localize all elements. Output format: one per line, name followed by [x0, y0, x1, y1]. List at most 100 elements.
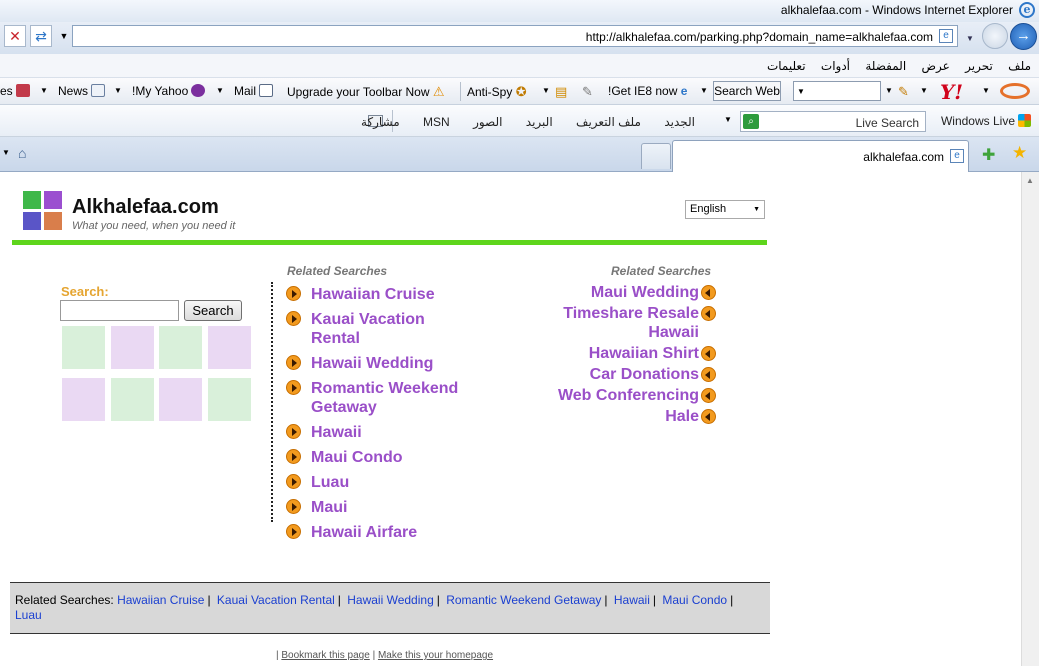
my-yahoo-dropdown-icon[interactable]: ▼: [216, 86, 224, 95]
windows-live-brand[interactable]: Windows Live: [941, 114, 1015, 128]
vertical-scrollbar[interactable]: ▲: [1021, 172, 1039, 666]
image-tile[interactable]: [159, 326, 202, 369]
related-link[interactable]: Hawaii: [311, 423, 471, 442]
back-button[interactable]: [982, 23, 1008, 49]
image-tile[interactable]: [159, 378, 202, 421]
search-web-button[interactable]: Search Web: [713, 81, 781, 101]
menu-edit[interactable]: تحرير: [965, 59, 993, 73]
address-dropdown-icon[interactable]: ▼: [966, 34, 974, 43]
bottom-related-link[interactable]: Maui Condo: [662, 593, 727, 607]
bottom-related-link[interactable]: Kauai Vacation Rental: [217, 593, 335, 607]
ie-logo-icon: e: [1019, 2, 1035, 18]
live-link-share[interactable]: مشاركة: [361, 115, 400, 129]
yahoo-search-dropdown-icon[interactable]: ▼: [797, 87, 805, 96]
image-tile[interactable]: [111, 326, 154, 369]
related-link[interactable]: Car Donations: [539, 365, 699, 384]
tab-alkhalefaa[interactable]: alkhalefaa.com e: [672, 140, 969, 172]
address-url[interactable]: http://alkhalefaa.com/parking.php?domain…: [586, 30, 933, 44]
right-related-heading: Related Searches: [611, 264, 712, 278]
my-yahoo-button[interactable]: !My Yahoo: [132, 84, 206, 98]
menu-favorites[interactable]: المفضلة: [865, 59, 906, 73]
live-link-whats-new[interactable]: الجديد: [664, 115, 695, 129]
bottom-related-link[interactable]: Romantic Weekend Getaway: [446, 593, 601, 607]
menu-view[interactable]: عرض: [922, 59, 950, 73]
anti-spy-dropdown-icon[interactable]: ▼: [542, 86, 550, 95]
live-link-msn[interactable]: MSN: [423, 115, 450, 129]
title-bar: alkhalefaa.com - Windows Internet Explor…: [0, 0, 1039, 22]
get-ie8-button[interactable]: !Get IE8 now e: [608, 84, 687, 98]
browser-window: alkhalefaa.com - Windows Internet Explor…: [0, 0, 1039, 666]
home-icon[interactable]: ⌂: [18, 145, 26, 161]
live-link-photos[interactable]: الصور: [473, 115, 502, 129]
chevron-down-icon: ▼: [753, 206, 760, 213]
yahoo-search-input[interactable]: ▼: [793, 81, 881, 101]
search-web-dropdown-icon[interactable]: ▼: [700, 86, 708, 95]
image-tile[interactable]: [208, 326, 251, 369]
image-tile[interactable]: [62, 378, 105, 421]
games-dropdown-icon[interactable]: ▼: [40, 86, 48, 95]
forward-button[interactable]: →: [1010, 23, 1037, 50]
image-tile[interactable]: [111, 378, 154, 421]
upgrade-toolbar-button[interactable]: Upgrade your Toolbar Now ⚠: [287, 84, 445, 100]
language-select[interactable]: English ▼: [685, 200, 765, 219]
bottom-related-link[interactable]: Luau: [15, 608, 42, 622]
image-tile[interactable]: [208, 378, 251, 421]
bottom-related-link[interactable]: Hawaiian Cruise: [117, 593, 204, 607]
menu-bar: ملف تحرير عرض المفضلة أدوات تعليمات: [0, 54, 1039, 78]
games-button[interactable]: es: [0, 84, 30, 98]
related-link[interactable]: Hawaii Wedding: [311, 354, 471, 373]
related-link[interactable]: Maui: [311, 498, 471, 517]
news-dropdown-icon[interactable]: ▼: [114, 86, 122, 95]
toolbar-divider: [460, 82, 461, 101]
history-dropdown-icon[interactable]: ▼: [56, 25, 72, 47]
popup-blocker-icon[interactable]: ▤: [555, 84, 567, 100]
related-link[interactable]: Timeshare Resale Hawaii: [539, 304, 699, 342]
home-dropdown-icon[interactable]: ▼: [2, 148, 10, 157]
related-link[interactable]: Kauai Vacation Rental: [311, 310, 471, 348]
live-search-input[interactable]: ⌕ Live Search: [740, 111, 926, 132]
live-search-dropdown-icon[interactable]: ▼: [724, 115, 732, 124]
anti-spy-button[interactable]: Anti-Spy ✪: [467, 84, 527, 100]
search-icon[interactable]: ⌕: [743, 114, 759, 129]
yahoo-eye-icon[interactable]: [1000, 83, 1030, 99]
bookmark-link[interactable]: Bookmark this page: [281, 650, 369, 661]
ie8-icon: e: [680, 84, 688, 98]
related-link[interactable]: Hawaiian Cruise: [311, 285, 471, 304]
search-button[interactable]: Search: [184, 300, 242, 321]
mail-button[interactable]: Mail: [234, 84, 274, 98]
new-tab-button[interactable]: [641, 143, 671, 169]
menu-help[interactable]: تعليمات: [767, 59, 806, 73]
scroll-up-icon[interactable]: ▲: [1026, 176, 1034, 185]
menu-tools[interactable]: أدوات: [821, 59, 850, 73]
refresh-icon[interactable]: ⇄: [30, 25, 52, 47]
highlight-pen-icon[interactable]: ✎: [582, 84, 593, 100]
address-bar[interactable]: http://alkhalefaa.com/parking.php?domain…: [72, 25, 958, 47]
news-button[interactable]: News: [58, 84, 106, 98]
related-link[interactable]: Romantic Weekend Getaway: [311, 379, 471, 417]
tab-row: ▼ ⌂ alkhalefaa.com e ✚ ★: [0, 137, 1039, 172]
yahoo-search-options-icon[interactable]: ▼: [885, 86, 893, 95]
related-link[interactable]: Luau: [311, 473, 471, 492]
live-link-mail[interactable]: البريد: [526, 115, 553, 129]
bottom-related-link[interactable]: Hawaii Wedding: [347, 593, 434, 607]
yahoo-logo-icon[interactable]: Y!: [940, 80, 963, 104]
related-link[interactable]: Maui Wedding: [539, 283, 699, 302]
favorites-star-icon[interactable]: ★: [1012, 143, 1027, 163]
related-link[interactable]: Maui Condo: [311, 448, 471, 467]
stop-icon[interactable]: ✕: [4, 25, 26, 47]
bottom-related-link[interactable]: Hawaii: [614, 593, 650, 607]
yahoo-dropdown-icon[interactable]: ▼: [982, 86, 990, 95]
image-tile[interactable]: [62, 326, 105, 369]
add-favorite-icon[interactable]: ✚: [982, 145, 995, 165]
bullet-icon: [701, 409, 716, 424]
homepage-link[interactable]: Make this your homepage: [378, 650, 493, 661]
related-link[interactable]: Hale: [539, 407, 699, 426]
pencil-dropdown-icon[interactable]: ▼: [920, 86, 928, 95]
related-link[interactable]: Web Conferencing: [539, 386, 699, 405]
pencil-icon[interactable]: ✎: [898, 84, 909, 100]
search-input[interactable]: [60, 300, 179, 321]
menu-file[interactable]: ملف: [1008, 59, 1031, 73]
related-link[interactable]: Hawaii Airfare: [311, 523, 471, 542]
related-link[interactable]: Hawaiian Shirt: [539, 344, 699, 363]
live-link-profile[interactable]: ملف التعريف: [576, 115, 641, 129]
